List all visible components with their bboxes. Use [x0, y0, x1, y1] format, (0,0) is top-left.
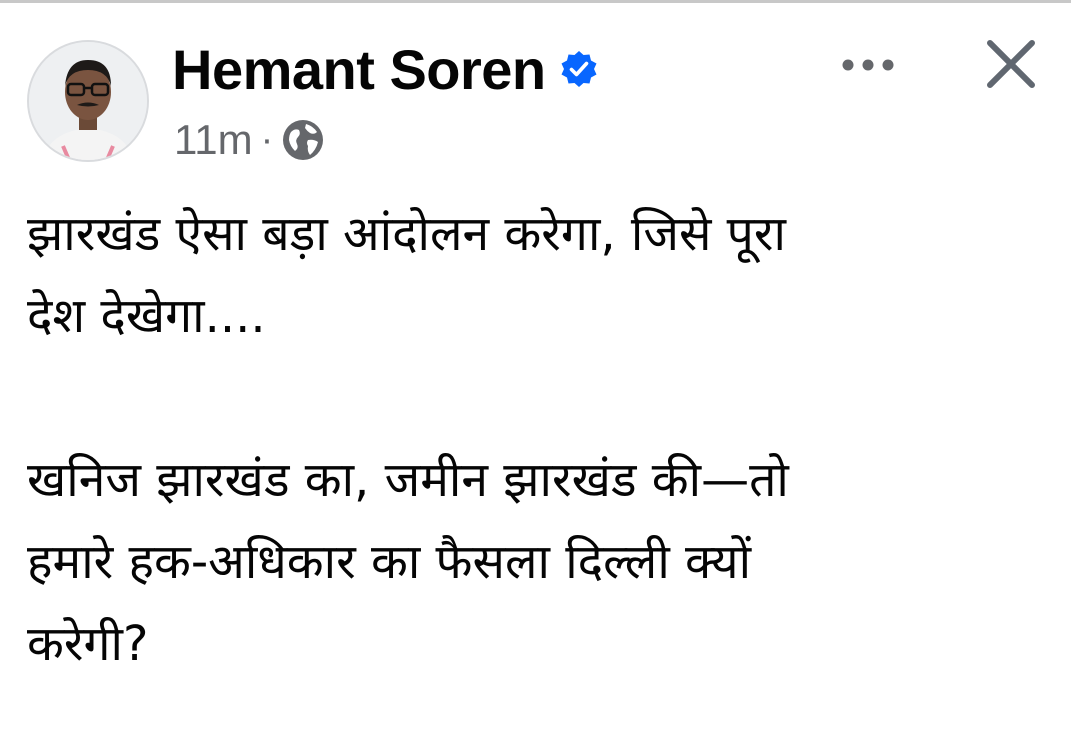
more-options-button[interactable] — [830, 41, 910, 91]
more-horizontal-icon — [842, 59, 894, 71]
meta-separator: · — [260, 118, 274, 161]
post-paragraph: झारखंड ऐसा बड़ा आंदोलन करेगा, जिसे पूरा … — [27, 206, 786, 344]
post-paragraph: खनिज झारखंड का, जमीन झारखंड की—तो हमारे … — [27, 452, 789, 672]
author-avatar[interactable] — [27, 40, 149, 162]
post-timestamp[interactable]: 11m — [174, 116, 253, 164]
close-icon — [987, 40, 1035, 88]
verified-badge-icon — [560, 50, 598, 88]
author-header: Hemant Soren — [172, 29, 598, 109]
author-name[interactable]: Hemant Soren — [172, 37, 546, 102]
post-body: झारखंड ऐसा बड़ा आंदोलन करेगा, जिसे पूरा … — [27, 193, 1037, 685]
post-meta: 11m · — [174, 113, 325, 167]
globe-icon[interactable] — [281, 118, 325, 162]
facebook-post: Hemant Soren 11m · झारखंड ऐसा बड़ा आंदोल… — [0, 3, 1071, 753]
close-button[interactable] — [980, 33, 1044, 97]
